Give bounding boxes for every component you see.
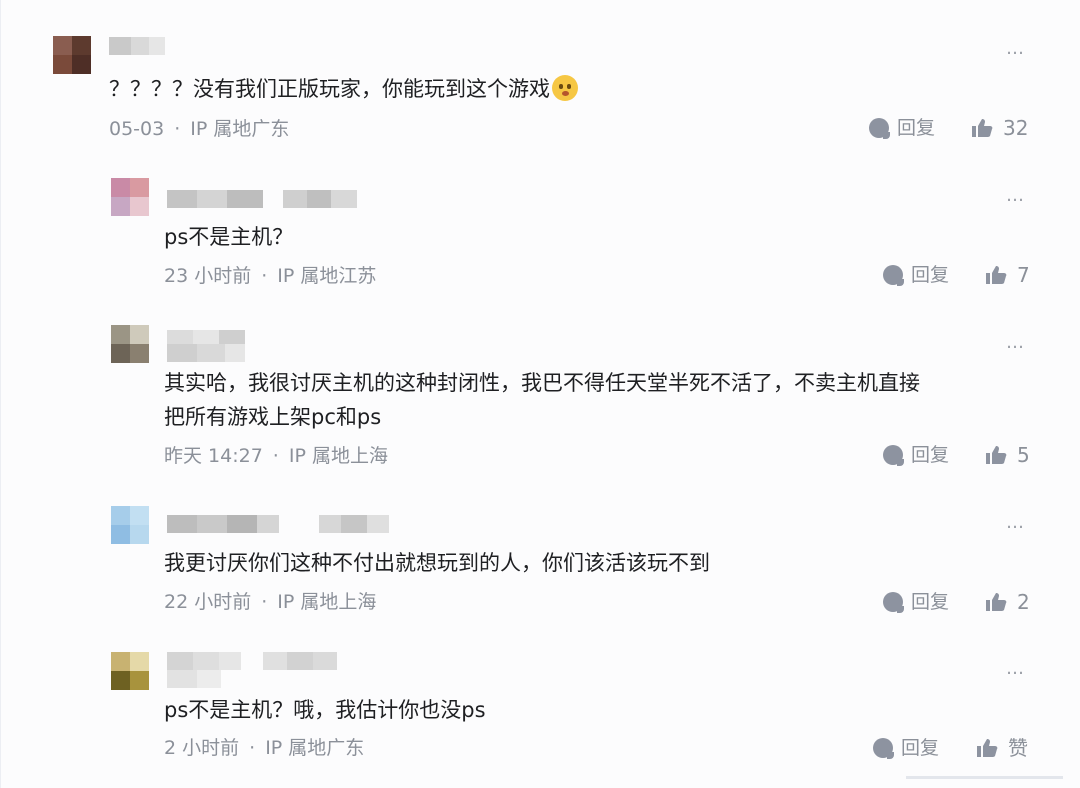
reply-button[interactable]: 回复 — [883, 263, 949, 287]
comment-time: 昨天 14:27 — [164, 445, 263, 467]
ip-location: IP 属地上海 — [277, 591, 377, 613]
avatar[interactable] — [111, 652, 149, 690]
thumbs-up-icon — [986, 446, 1007, 464]
more-options-icon[interactable]: … — [1006, 660, 1025, 678]
ip-location: IP 属地上海 — [288, 445, 388, 467]
thumbs-up-icon — [972, 119, 993, 137]
more-options-icon[interactable]: … — [1006, 187, 1025, 205]
thumbs-up-icon — [986, 593, 1007, 611]
ip-location: IP 属地江苏 — [277, 265, 377, 287]
comment-time: 23 小时前 — [164, 265, 252, 287]
username-blurred[interactable] — [167, 652, 337, 670]
comment-text: ps不是主机？哦，我估计你也没ps — [164, 698, 486, 722]
ip-location: IP 属地广东 — [265, 737, 365, 759]
username-blurred[interactable] — [167, 190, 357, 208]
comment-text: 我更讨厌你们这种不付出就想玩到的人，你们该活该玩不到 — [164, 551, 710, 575]
comment-meta: 2 小时前 · IP 属地广东 — [164, 737, 365, 759]
divider — [906, 776, 1063, 779]
comment-time: 22 小时前 — [164, 591, 252, 613]
like-button[interactable]: 7 — [985, 263, 1030, 287]
comment-bubble-icon — [883, 445, 904, 466]
like-button[interactable]: 赞 — [976, 736, 1028, 760]
comment-time: 05-03 — [109, 118, 165, 140]
comment-text: 其实哈，我很讨厌主机的这种封闭性，我巴不得任天堂半死不活了，不卖主机直接 把所有… — [164, 371, 920, 429]
comment-bubble-icon — [883, 592, 904, 613]
like-label: 赞 — [1008, 736, 1028, 760]
reply-button[interactable]: 回复 — [883, 590, 949, 614]
avatar[interactable] — [111, 506, 149, 544]
comment-time: 2 小时前 — [164, 737, 240, 759]
avatar[interactable] — [111, 325, 149, 363]
comment-bubble-icon — [869, 118, 890, 139]
thumbs-up-icon — [986, 266, 1007, 284]
reply-button[interactable]: 回复 — [883, 443, 949, 467]
more-options-icon[interactable]: … — [1006, 334, 1025, 352]
more-options-icon[interactable]: … — [1006, 514, 1025, 532]
comment-bubble-icon — [883, 265, 904, 286]
reply-button[interactable]: 回复 — [869, 116, 935, 140]
avatar[interactable] — [111, 178, 149, 216]
comment-meta: 05-03 · IP 属地广东 — [109, 118, 290, 140]
avatar[interactable] — [53, 36, 91, 74]
comment-meta: 23 小时前 · IP 属地江苏 — [164, 265, 377, 287]
ip-location: IP 属地广东 — [190, 118, 290, 140]
like-count: 7 — [1017, 263, 1030, 287]
username-blurred — [167, 670, 221, 688]
flushed-face-icon — [552, 75, 578, 101]
comment-meta: 昨天 14:27 · IP 属地上海 — [164, 445, 388, 467]
username-blurred[interactable] — [109, 37, 165, 55]
like-count: 2 — [1017, 590, 1030, 614]
comment-meta: 22 小时前 · IP 属地上海 — [164, 591, 377, 613]
comment-text: ？？？？没有我们正版玩家，你能玩到这个游戏 — [109, 72, 578, 106]
comment-thread: … ？？？？没有我们正版玩家，你能玩到这个游戏 05-03 · IP 属地广东 回复… — [0, 0, 1080, 788]
like-button[interactable]: 2 — [985, 590, 1030, 614]
username-blurred[interactable] — [167, 515, 389, 533]
like-count: 32 — [1003, 116, 1029, 140]
comment-bubble-icon — [873, 738, 894, 759]
thumbs-up-icon — [977, 739, 998, 757]
like-button[interactable]: 32 — [971, 116, 1028, 140]
comment-text: ps不是主机？ — [164, 225, 294, 249]
more-options-icon[interactable]: … — [1006, 40, 1025, 58]
username-blurred — [167, 344, 245, 362]
like-button[interactable]: 5 — [985, 443, 1030, 467]
like-count: 5 — [1017, 443, 1030, 467]
reply-button[interactable]: 回复 — [873, 736, 939, 760]
